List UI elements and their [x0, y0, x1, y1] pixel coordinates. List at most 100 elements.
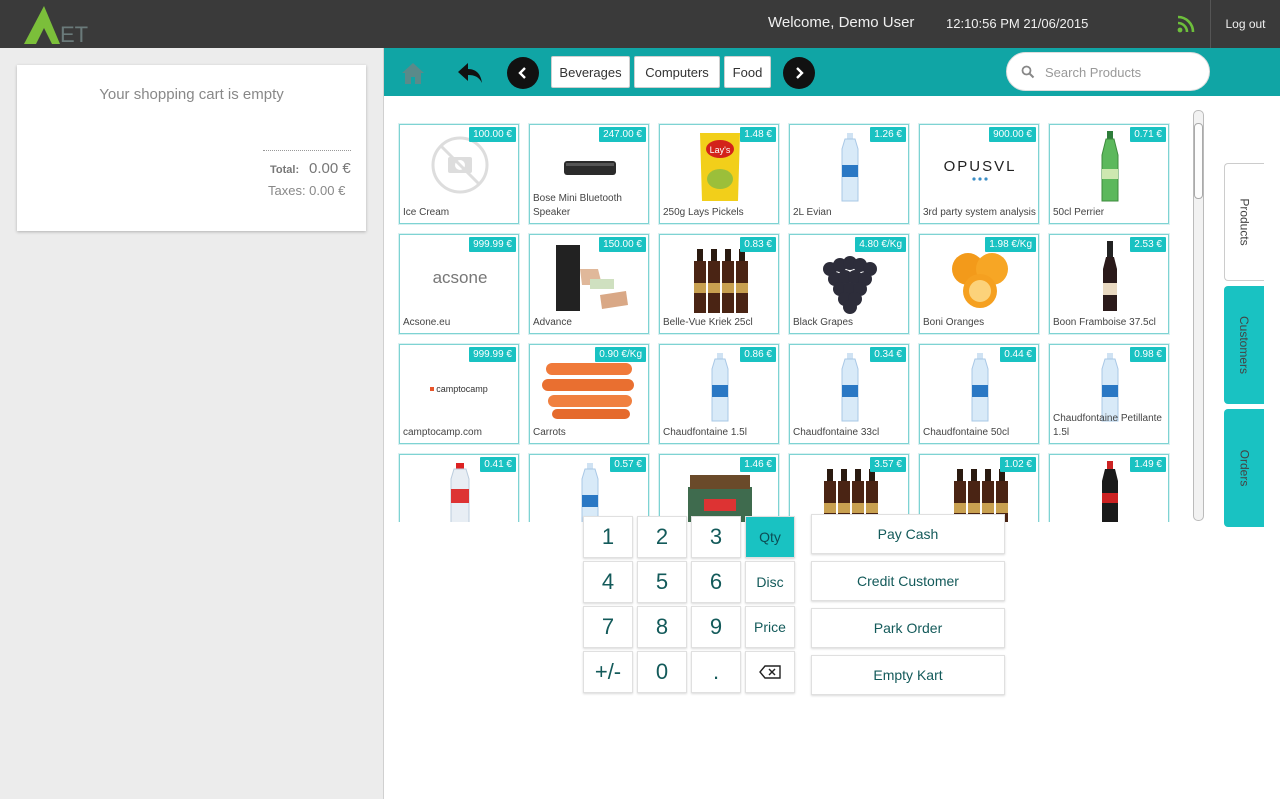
product-card[interactable]: 0.44 € Chaudfontaine 50cl [919, 344, 1039, 444]
product-price: 0.86 € [740, 347, 776, 362]
product-price: 1.49 € [1130, 457, 1166, 472]
product-price: 150.00 € [599, 237, 646, 252]
product-price: 1.26 € [870, 127, 906, 142]
product-card[interactable]: 0.34 € Chaudfontaine 33cl [789, 344, 909, 444]
category-next-button[interactable] [783, 57, 815, 89]
total-label: Total: [270, 164, 300, 176]
product-card[interactable]: 1.02 € [919, 454, 1039, 522]
product-price: 0.90 €/Kg [595, 347, 646, 362]
product-name: 50cl Perrier [1053, 207, 1105, 218]
product-card[interactable]: 4.80 €/Kg Black Grapes [789, 234, 909, 334]
product-name: 3rd party system analysis [923, 207, 1036, 218]
empty-kart-button[interactable]: Empty Kart [811, 655, 1005, 695]
pay-cash-button[interactable]: Pay Cash [811, 514, 1005, 554]
product-card[interactable]: camptocamp 999.99 € camptocamp.com [399, 344, 519, 444]
product-price: 3.57 € [870, 457, 906, 472]
numpad-key-3[interactable]: 3 [691, 516, 741, 558]
product-name: Carrots [533, 427, 566, 438]
category-computers[interactable]: Computers [634, 56, 720, 88]
numpad-key-0[interactable]: 0 [637, 651, 687, 693]
product-name: camptocamp.com [403, 427, 482, 438]
welcome-message: Welcome, Demo User [768, 14, 915, 31]
product-price: 0.34 € [870, 347, 906, 362]
product-price: 1.48 € [740, 127, 776, 142]
product-card[interactable]: 0.86 € Chaudfontaine 1.5l [659, 344, 779, 444]
numpad-key-8[interactable]: 8 [637, 606, 687, 648]
product-price: 0.98 € [1130, 347, 1166, 362]
backspace-button[interactable] [745, 651, 795, 693]
product-card[interactable]: Lay's 1.48 € 250g Lays Pickels [659, 124, 779, 224]
numpad-key-1[interactable]: 1 [583, 516, 633, 558]
scrollbar-thumb[interactable] [1194, 123, 1203, 199]
product-card[interactable]: 1.98 €/Kg Boni Oranges [919, 234, 1039, 334]
product-card[interactable]: 247.00 € Bose Mini Bluetooth Speaker [529, 124, 649, 224]
product-card[interactable]: OPUSVL 900.00 € 3rd party system analysis [919, 124, 1039, 224]
product-name: Boon Framboise 37.5cl [1053, 317, 1156, 328]
svg-text:acsone: acsone [433, 268, 488, 287]
product-name: 250g Lays Pickels [663, 207, 744, 218]
product-card[interactable]: 100.00 € Ice Cream [399, 124, 519, 224]
numpad-key-6[interactable]: 6 [691, 561, 741, 603]
numpad-key-2[interactable]: 2 [637, 516, 687, 558]
backspace-icon [759, 665, 781, 679]
logout-button[interactable]: Log out [1210, 0, 1280, 48]
product-card[interactable]: 0.98 € Chaudfontaine Petillante 1.5l [1049, 344, 1169, 444]
tab-orders[interactable]: Orders [1224, 409, 1264, 527]
back-arrow-icon[interactable] [456, 61, 484, 85]
product-name: Chaudfontaine Petillante 1.5l [1053, 413, 1162, 438]
product-card[interactable]: 2.53 € Boon Framboise 37.5cl [1049, 234, 1169, 334]
product-card[interactable]: 1.46 € [659, 454, 779, 522]
product-name: Belle-Vue Kriek 25cl [663, 317, 753, 328]
product-price: 0.57 € [610, 457, 646, 472]
numpad-key-dot[interactable]: . [691, 651, 741, 693]
product-price: 0.44 € [1000, 347, 1036, 362]
product-card[interactable]: 1.49 € [1049, 454, 1169, 522]
disc-mode-button[interactable]: Disc [745, 561, 795, 603]
product-card[interactable]: 0.57 € [529, 454, 649, 522]
product-card[interactable]: acsone 999.99 € Acsone.eu [399, 234, 519, 334]
svg-text:OPUSVL: OPUSVL [944, 158, 1017, 175]
product-price: 1.02 € [1000, 457, 1036, 472]
product-name: Bose Mini Bluetooth Speaker [533, 193, 622, 218]
product-card[interactable]: 0.90 €/Kg Carrots [529, 344, 649, 444]
cart-empty-message: Your shopping cart is empty [99, 86, 284, 103]
numpad-key-5[interactable]: 5 [637, 561, 687, 603]
product-card[interactable]: 150.00 € Advance [529, 234, 649, 334]
product-name: Acsone.eu [403, 317, 451, 328]
search-input[interactable] [1045, 62, 1195, 82]
credit-customer-button[interactable]: Credit Customer [811, 561, 1005, 601]
category-prev-button[interactable] [507, 57, 539, 89]
home-icon[interactable] [400, 60, 426, 86]
product-card[interactable]: 0.83 € Belle-Vue Kriek 25cl [659, 234, 779, 334]
product-price: 1.98 €/Kg [985, 237, 1036, 252]
app-logo: ET [24, 6, 88, 46]
datetime: 12:10:56 PM 21/06/2015 [946, 16, 1089, 31]
price-mode-button[interactable]: Price [745, 606, 795, 648]
product-card[interactable]: 1.26 € 2L Evian [789, 124, 909, 224]
park-order-button[interactable]: Park Order [811, 608, 1005, 648]
product-price: 900.00 € [989, 127, 1036, 142]
product-price: 0.83 € [740, 237, 776, 252]
tab-products[interactable]: Products [1224, 163, 1264, 281]
product-name: Boni Oranges [923, 317, 985, 328]
svg-text:camptocamp: camptocamp [436, 384, 488, 394]
chevron-left-icon [518, 67, 526, 79]
product-price: 4.80 €/Kg [855, 237, 906, 252]
numpad-key-7[interactable]: 7 [583, 606, 633, 648]
product-card[interactable]: 3.57 € [789, 454, 909, 522]
numpad-key-plus-minus[interactable]: +/- [583, 651, 633, 693]
product-name: Advance [533, 317, 572, 328]
numpad-key-9[interactable]: 9 [691, 606, 741, 648]
numpad-key-4[interactable]: 4 [583, 561, 633, 603]
chevron-right-icon [796, 67, 804, 79]
product-card[interactable]: 0.41 € [399, 454, 519, 522]
product-name: Black Grapes [793, 317, 854, 328]
category-food[interactable]: Food [724, 56, 771, 88]
qty-mode-button[interactable]: Qty [745, 516, 795, 558]
product-price: 100.00 € [469, 127, 516, 142]
tab-customers[interactable]: Customers [1224, 286, 1264, 404]
category-beverages[interactable]: Beverages [551, 56, 630, 88]
cart-divider [263, 150, 351, 151]
product-card[interactable]: 0.71 € 50cl Perrier [1049, 124, 1169, 224]
rss-icon[interactable] [1176, 14, 1196, 34]
